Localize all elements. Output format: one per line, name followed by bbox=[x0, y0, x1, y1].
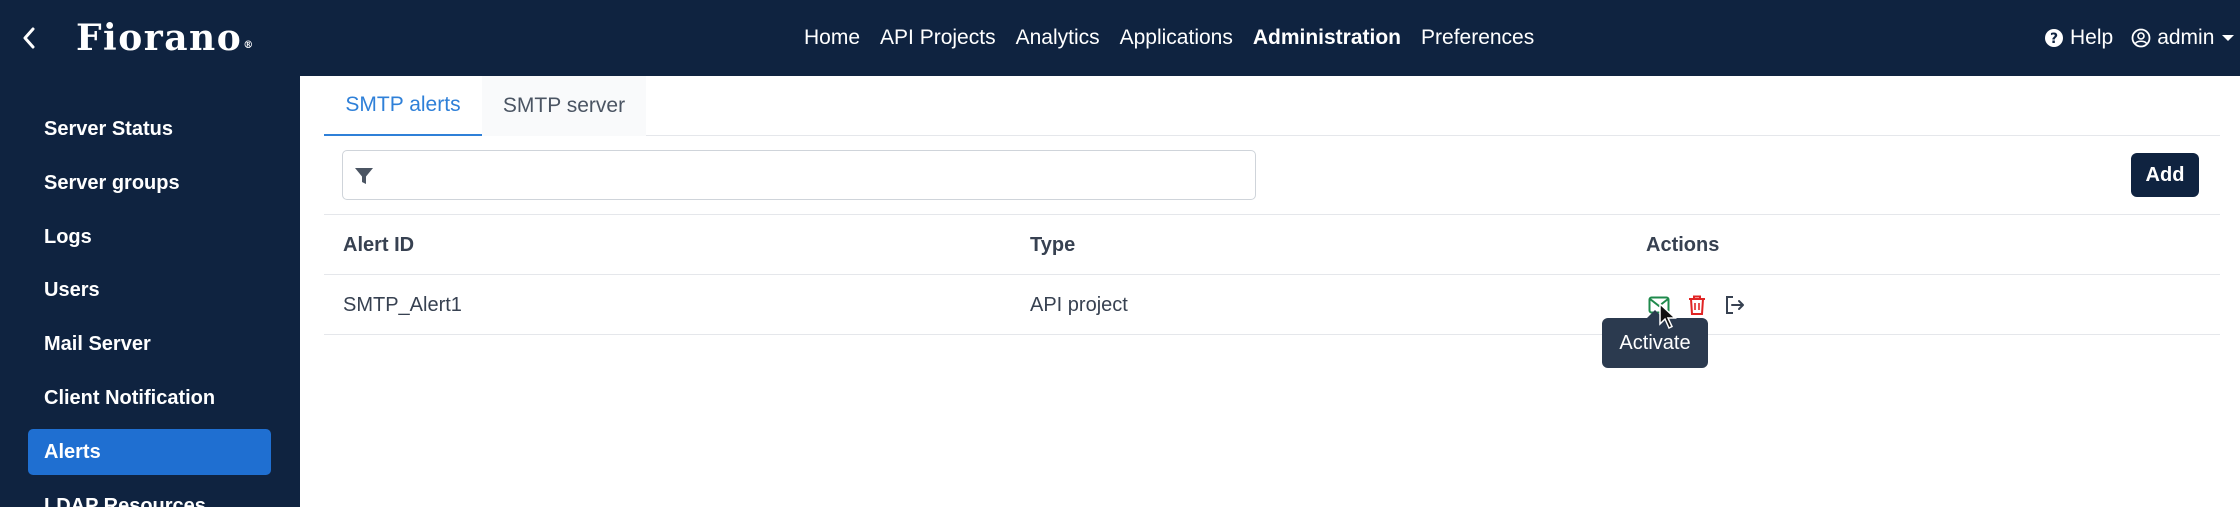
trash-icon bbox=[1689, 295, 1705, 315]
column-header-alert-id: Alert ID bbox=[343, 233, 415, 256]
mouse-cursor-icon bbox=[1659, 302, 1677, 330]
sidebar-item-client-notification[interactable]: Client Notification bbox=[28, 375, 271, 421]
sidebar-item-server-groups[interactable]: Server groups bbox=[28, 160, 271, 206]
top-navbar: Fiorano® Home API Projects Analytics App… bbox=[0, 0, 2240, 76]
help-label: Help bbox=[2070, 26, 2114, 49]
table-row: SMTP_Alert1 API project bbox=[324, 275, 2220, 335]
nav-applications[interactable]: Applications bbox=[1120, 26, 1233, 50]
nav-home[interactable]: Home bbox=[804, 26, 860, 50]
tab-smtp-alerts[interactable]: SMTP alerts bbox=[324, 76, 482, 136]
sign-out-icon bbox=[1726, 296, 1744, 314]
sidebar-item-ldap-resources[interactable]: LDAP Resources bbox=[28, 483, 271, 507]
sidebar-item-mail-server[interactable]: Mail Server bbox=[28, 321, 271, 367]
sidebar-item-alerts[interactable]: Alerts bbox=[28, 429, 271, 475]
filter-icon bbox=[355, 168, 373, 184]
sidebar-item-users[interactable]: Users bbox=[28, 267, 271, 313]
chevron-down-icon bbox=[2222, 35, 2235, 41]
delete-button[interactable] bbox=[1685, 293, 1709, 317]
question-circle-icon: ? bbox=[2045, 29, 2063, 47]
activate-tooltip: Activate bbox=[1602, 310, 1708, 368]
nav-administration[interactable]: Administration bbox=[1253, 26, 1401, 50]
column-header-type: Type bbox=[1030, 233, 1076, 256]
fiorano-logo[interactable]: Fiorano® bbox=[76, 14, 255, 62]
user-circle-icon bbox=[2131, 28, 2151, 48]
sidebar-item-logs[interactable]: Logs bbox=[28, 214, 271, 260]
nav-analytics[interactable]: Analytics bbox=[1016, 26, 1100, 50]
add-button[interactable]: Add bbox=[2131, 153, 2199, 197]
main-content: SMTP alerts SMTP server Add Alert ID Typ… bbox=[300, 76, 2240, 507]
user-menu[interactable]: admin bbox=[2131, 26, 2235, 50]
sidebar-item-server-status[interactable]: Server Status bbox=[28, 106, 271, 152]
column-header-actions: Actions bbox=[1646, 233, 1720, 256]
export-button[interactable] bbox=[1723, 293, 1747, 317]
tab-smtp-server[interactable]: SMTP server bbox=[482, 76, 646, 136]
type-cell: API project bbox=[1030, 293, 1128, 316]
sidebar: Server Status Server groups Logs Users M… bbox=[0, 76, 300, 507]
nav-api-projects[interactable]: API Projects bbox=[880, 26, 996, 50]
tab-bar: SMTP alerts SMTP server bbox=[324, 76, 2220, 136]
user-label: admin bbox=[2157, 26, 2215, 49]
right-nav: ? Help admin bbox=[2044, 0, 2240, 76]
help-link[interactable]: ? Help bbox=[2044, 26, 2113, 50]
back-button[interactable] bbox=[14, 20, 44, 56]
filter-input[interactable] bbox=[342, 150, 1256, 200]
svg-text:?: ? bbox=[2050, 31, 2058, 47]
table-header: Alert ID Type Actions bbox=[324, 214, 2220, 275]
alert-id-cell: SMTP_Alert1 bbox=[343, 293, 462, 316]
main-nav: Home API Projects Analytics Applications… bbox=[804, 0, 1554, 76]
chevron-left-icon bbox=[23, 27, 35, 49]
nav-preferences[interactable]: Preferences bbox=[1421, 26, 1534, 50]
